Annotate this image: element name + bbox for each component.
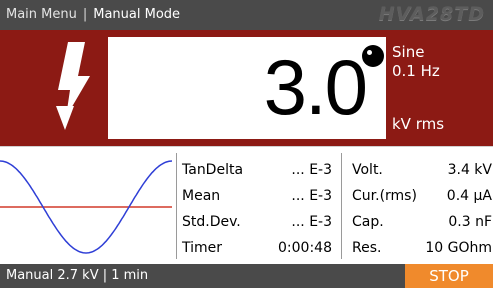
waveform-type: Sine [392,43,425,61]
table-row: Cap. 0.3 nF [352,209,492,235]
table-row: Timer 0:00:48 [182,235,332,261]
breadcrumb: Main Menu | Manual Mode [6,7,180,22]
table-row: Res. 10 GOhm [352,235,492,261]
row-value: 10 GOhm [425,240,492,256]
electrical-values-table: Volt. 3.4 kV Cur.(rms) 0.4 µA Cap. 0.3 n… [352,157,492,261]
voltage-value: 3.0 [263,43,368,131]
row-value: ... E-3 [291,188,332,204]
row-label: Timer [182,240,223,256]
row-label: Cap. [352,214,384,230]
row-label: Cur.(rms) [352,188,417,204]
table-row: Volt. 3.4 kV [352,157,492,183]
row-label: Res. [352,240,382,256]
hva-screen: Main Menu | Manual Mode HVA28TD 3.0 Sine 0… [0,0,493,288]
waveform-info: Sine 0.1 Hz [392,43,440,81]
row-value: 3.4 kV [447,162,492,178]
voltage-readout-panel: 3.0 Sine 0.1 Hz kV rms [0,30,493,146]
table-row: TanDelta ... E-3 [182,157,332,183]
tandelta-table: TanDelta ... E-3 Mean ... E-3 Std.Dev. .… [182,157,332,261]
table-row: Cur.(rms) 0.4 µA [352,183,492,209]
divider [176,153,177,259]
row-value: ... E-3 [291,214,332,230]
breadcrumb-main-menu[interactable]: Main Menu [6,7,77,22]
frequency-value: 0.1 Hz [392,62,440,80]
table-row: Mean ... E-3 [182,183,332,209]
voltage-unit: kV rms [392,115,445,133]
row-label: Volt. [352,162,383,178]
breadcrumb-current-mode: Manual Mode [93,7,181,22]
device-model-logo: HVA28TD [378,3,485,25]
stop-button[interactable]: STOP [405,264,493,288]
row-label: Std.Dev. [182,214,241,230]
row-label: TanDelta [182,162,244,178]
test-status-text: Manual 2.7 kV | 1 min [6,268,149,283]
top-bar: Main Menu | Manual Mode HVA28TD [0,0,493,30]
bottom-status-bar: Manual 2.7 kV | 1 min STOP [0,264,493,288]
row-value: 0.3 nF [448,214,492,230]
measurement-section: TanDelta ... E-3 Mean ... E-3 Std.Dev. .… [0,146,493,265]
high-voltage-icon [56,42,90,130]
voltage-display: 3.0 [108,37,386,139]
table-row: Std.Dev. ... E-3 [182,209,332,235]
row-value: 0.4 µA [446,188,492,204]
breadcrumb-separator: | [82,7,88,22]
row-value: ... E-3 [291,162,332,178]
row-value: 0:00:48 [278,240,332,256]
row-label: Mean [182,188,221,204]
status-dot-icon [362,45,384,67]
sine-waveform-graph [0,160,172,254]
divider [341,153,342,259]
